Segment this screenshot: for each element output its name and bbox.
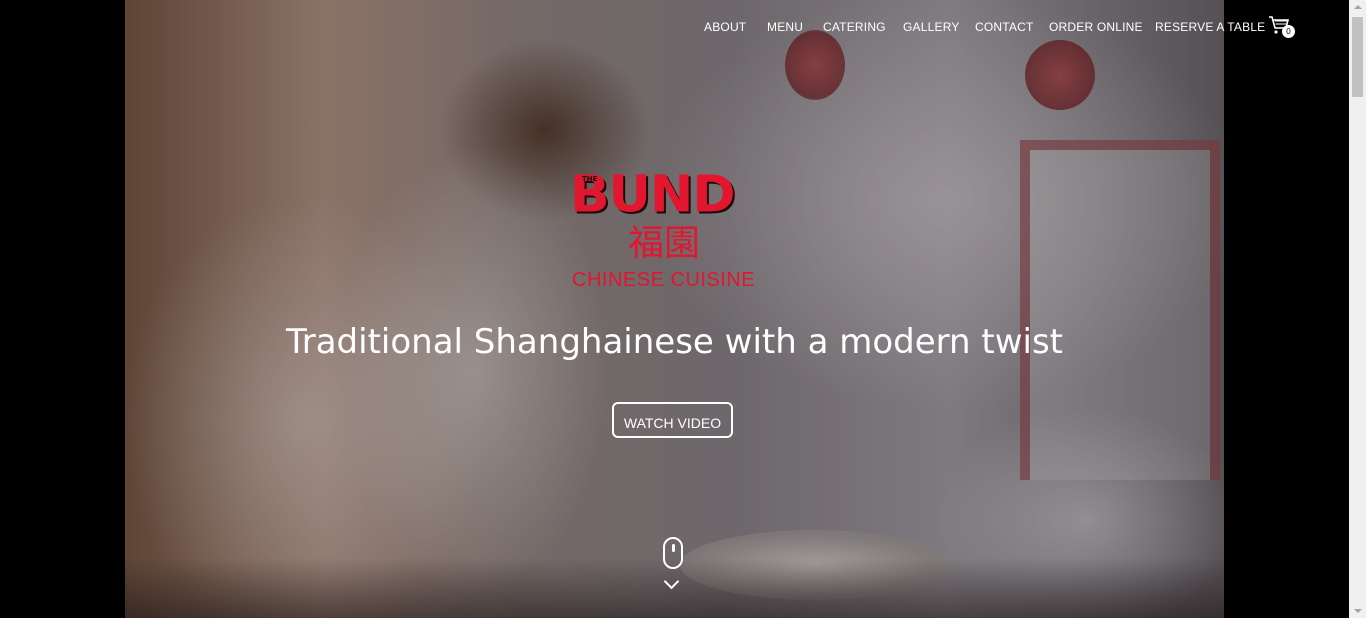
watch-video-button[interactable]: WATCH VIDEO [612, 402, 733, 438]
restaurant-logo[interactable]: BUND THE 福園 CHINESE CUISINE [570, 168, 780, 296]
cart-count-badge: 0 [1282, 25, 1295, 38]
logo-prefix: THE [582, 175, 598, 183]
logo-subtitle: CHINESE CUISINE [572, 269, 756, 291]
nav-menu[interactable]: MENU [767, 20, 803, 34]
logo-chinese-characters: 福園 [628, 223, 701, 264]
nav-catering[interactable]: CATERING [823, 20, 886, 34]
scroll-up-arrow-icon[interactable] [1354, 5, 1362, 9]
nav-about[interactable]: ABOUT [704, 20, 746, 34]
shopping-cart-button[interactable]: 0 [1268, 15, 1296, 41]
nav-contact[interactable]: CONTACT [975, 20, 1034, 34]
scroll-down-arrow-icon[interactable] [1354, 609, 1362, 613]
scrollbar-thumb[interactable] [1352, 17, 1363, 97]
hero-background-image [125, 0, 1224, 618]
mouse-icon[interactable] [663, 537, 683, 569]
nav-order-online[interactable]: ORDER ONLINE [1049, 20, 1143, 34]
nav-gallery[interactable]: GALLERY [903, 20, 960, 34]
page-scrollbar[interactable] [1349, 0, 1366, 618]
nav-reserve-table[interactable]: RESERVE A TABLE [1155, 20, 1265, 34]
hero-tagline: Traditional Shanghainese with a modern t… [285, 322, 1064, 362]
